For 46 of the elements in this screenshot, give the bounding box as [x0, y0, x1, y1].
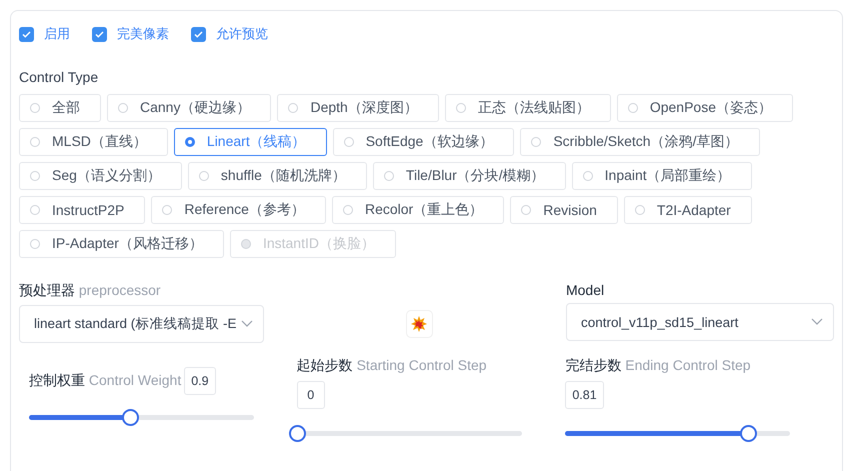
control-type-option[interactable]: 全部: [19, 94, 101, 122]
value-field[interactable]: 0.81: [565, 381, 604, 409]
slider-thumb[interactable]: [288, 425, 306, 442]
control-type-option[interactable]: SoftEdge（软边缘）: [332, 128, 514, 156]
control-type-option[interactable]: shuffle（随机洗牌）: [188, 162, 367, 190]
check-icon: [95, 30, 104, 38]
model-label: Model: [566, 282, 606, 298]
control-type-option[interactable]: Tile/Blur（分块/模糊）: [372, 162, 566, 190]
control-type-option[interactable]: Recolor（重上色）: [332, 196, 504, 224]
chevron-down-icon: [240, 320, 253, 328]
slider-label: 控制权重 Control Weight: [29, 372, 182, 390]
control-type-option[interactable]: Inpaint（局部重绘）: [572, 162, 752, 190]
checkbox-label: 完美像素: [117, 25, 169, 43]
check-icon: [22, 30, 31, 38]
preprocessor-select[interactable]: lineart standard (标准线稿提取 -E: [19, 305, 264, 343]
checkbox-label: 允许预览: [216, 25, 268, 43]
control-type-option[interactable]: Lineart（线稿）: [174, 128, 327, 156]
control-type-option[interactable]: InstructP2P: [19, 196, 146, 224]
checkbox[interactable]: [191, 26, 206, 42]
control-type-option[interactable]: Depth（深度图）: [277, 94, 439, 122]
section-title: Control Type: [19, 69, 100, 85]
checkbox[interactable]: [19, 26, 34, 42]
checkbox-label: 启用: [44, 25, 70, 43]
slider-thumb[interactable]: [740, 425, 757, 442]
slider-thumb[interactable]: [122, 409, 140, 426]
control-type-option[interactable]: Canny（硬边缘）: [107, 94, 272, 122]
slider-label: 起始步数 Starting Control Step: [296, 357, 487, 375]
check-icon: [194, 30, 203, 38]
control-type-option[interactable]: IP-Adapter（风格迁移）: [19, 230, 224, 258]
control-type-option[interactable]: Scribble/Sketch（涂鸦/草图）: [520, 128, 760, 156]
value-field[interactable]: 0.9: [184, 367, 216, 395]
control-type-option[interactable]: Revision: [510, 196, 618, 224]
explosion-icon: [411, 316, 428, 332]
slider-label: 完结步数 Ending Control Step: [565, 357, 751, 375]
control-type-option[interactable]: T2I-Adapter: [624, 196, 752, 224]
control-type-option[interactable]: OpenPose（姿态）: [616, 94, 793, 122]
control-type-option[interactable]: Reference（参考）: [151, 196, 326, 224]
value-field[interactable]: 0: [296, 381, 325, 409]
chevron-down-icon: [811, 318, 823, 326]
model-select[interactable]: control_v11p_sd15_lineart: [566, 303, 834, 341]
control-type-option[interactable]: MLSD（直线）: [19, 128, 168, 156]
checkbox[interactable]: [92, 26, 107, 42]
control-type-option[interactable]: Seg（语义分割）: [19, 162, 182, 190]
preprocessor-label: 预处理器 preprocessor: [19, 282, 162, 300]
control-type-option[interactable]: 正态（法线贴图）: [444, 94, 611, 122]
icon-button[interactable]: [406, 310, 433, 338]
